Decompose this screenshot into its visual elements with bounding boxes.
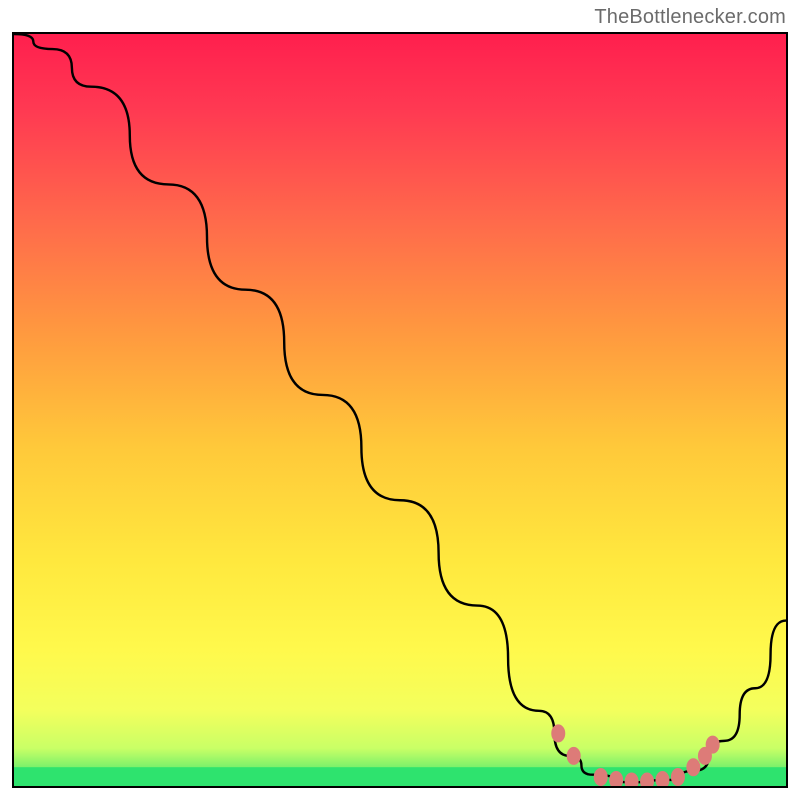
curve-marker [706, 736, 720, 754]
curve-marker [594, 768, 608, 786]
plot-frame [12, 32, 788, 788]
chart-container: TheBottlenecker.com [0, 0, 800, 800]
chart-svg [14, 34, 786, 786]
curve-marker [567, 747, 581, 765]
curve-marker [686, 758, 700, 776]
curve-marker [671, 768, 685, 786]
green-band [14, 767, 786, 786]
curve-marker [551, 724, 565, 742]
attribution-text: TheBottlenecker.com [594, 6, 786, 29]
